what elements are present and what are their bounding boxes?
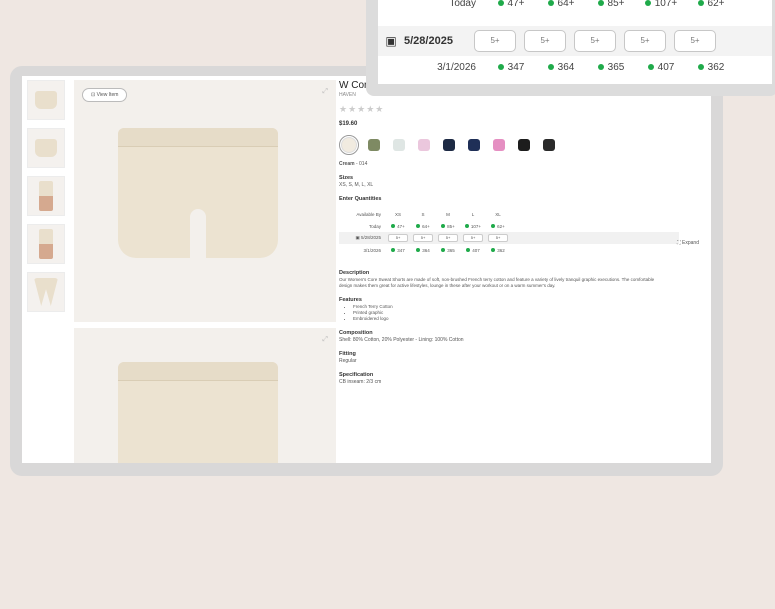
qty-input[interactable]: 5+ [413,234,433,242]
composition-text: Shell: 80% Cotton, 20% Polyester - Linin… [339,337,464,343]
in-stock-dot [597,64,604,70]
mini-header-row: Available By XS S M L XL [356,211,501,217]
rating-stars: ★★★★★ [339,104,385,114]
thumbnail-list [27,80,69,320]
in-stock-dot [644,0,651,6]
qty-input[interactable]: 5+ [488,234,508,242]
qty-input[interactable]: 5+ [674,30,716,52]
thumbnail-3[interactable] [27,176,65,216]
zoom-icon[interactable]: ⤢ [322,336,328,344]
mini-stock-table: Available By XS S M L XL Today 47+ 64+ 8… [339,208,679,256]
qty-input[interactable]: 5+ [474,30,516,52]
composition-label: Composition [339,330,373,336]
in-stock-dot [697,0,704,6]
color-swatch[interactable] [364,135,384,155]
qty-input[interactable]: 5+ [624,30,666,52]
color-swatch[interactable] [514,135,534,155]
sizes-value: XS, S, M, L, XL [339,182,374,188]
in-stock-dot [497,0,504,6]
in-stock-dot [597,0,604,6]
color-swatch[interactable] [389,135,409,155]
fitting-label: Fitting [339,351,356,357]
specification-text: CB inseam: 2/3 cm [339,379,382,385]
date-row: ▣ 5/28/2025 5+ 5+ 5+ 5+ 5+ [378,26,772,56]
description-text: Our Women's Core Sweat Shorts are made o… [339,277,655,288]
product-image-secondary[interactable]: ⤢ [74,328,336,463]
color-swatches [339,135,699,155]
product-image-main[interactable]: ⊡ View Item ⤢ [74,80,336,322]
date-label: 5/28/2025 [404,35,453,47]
color-swatch[interactable] [539,135,559,155]
view-item-button[interactable]: ⊡ View Item [82,88,128,102]
in-stock-dot [547,0,554,6]
thumbnail-1[interactable] [27,80,65,120]
sizes-label: Sizes [339,175,354,181]
future-row: 3/1/2026 347 364 365 407 362 [437,61,725,73]
in-stock-dot [647,64,654,70]
in-stock-dot [697,64,704,70]
qty-input[interactable]: 5+ [463,234,483,242]
qty-input[interactable]: 5+ [438,234,458,242]
mini-date-row: ▣ 5/28/2025 5+ 5+ 5+ 5+ 5+ [339,232,679,244]
color-swatch[interactable] [439,135,459,155]
stock-availability-panel: Today 47+ 64+ 85+ 107+ 62+ ▣ 5/28/2025 5… [378,0,772,84]
product-price: $19.60 [339,121,358,127]
qty-input[interactable]: 5+ [574,30,616,52]
feature-item: Embroidered logo [353,316,699,322]
qty-input[interactable]: 5+ [388,234,408,242]
shorts-image [118,128,278,259]
color-swatch[interactable] [464,135,484,155]
today-row: Today 47+ 64+ 85+ 107+ 62+ [449,0,725,9]
color-swatch[interactable] [489,135,509,155]
specification-label: Specification [339,372,374,378]
description-label: Description [339,270,370,276]
features-label: Features [339,297,362,303]
expand-button[interactable]: ⛶ Expand [677,240,699,246]
calendar-icon: ▣ [355,235,360,240]
thumbnail-2[interactable] [27,128,65,168]
in-stock-dot [497,64,504,70]
color-swatch[interactable] [339,135,359,155]
product-info: W Cor HAVEN ★★★★★ $19.60 Cream - 014 Siz… [339,80,699,385]
fitting-value: Regular [339,358,357,364]
in-stock-dot [547,64,554,70]
thumbnail-5[interactable] [27,272,65,312]
quantities-label: Enter Quantities [339,196,382,202]
qty-input[interactable]: 5+ [524,30,566,52]
features-list: French Terry Cotton Printed graphic Embr… [339,304,699,322]
product-page: ⊡ View Item ⤢ ⤢ W Cor HAVEN ★★★★★ $19.60… [22,76,711,463]
mini-future-row: 3/1/2026 347 364 365 407 362 [363,247,505,253]
color-swatch[interactable] [414,135,434,155]
calendar-icon[interactable]: ▣ [378,34,404,48]
selected-color: Cream - 014 [339,161,368,167]
shorts-image [118,362,278,463]
thumbnail-4[interactable] [27,224,65,264]
mini-today-row: Today 47+ 64+ 85+ 107+ 62+ [368,223,505,229]
zoom-icon[interactable]: ⤢ [322,88,328,96]
image-gallery: ⊡ View Item ⤢ ⤢ [74,80,336,463]
